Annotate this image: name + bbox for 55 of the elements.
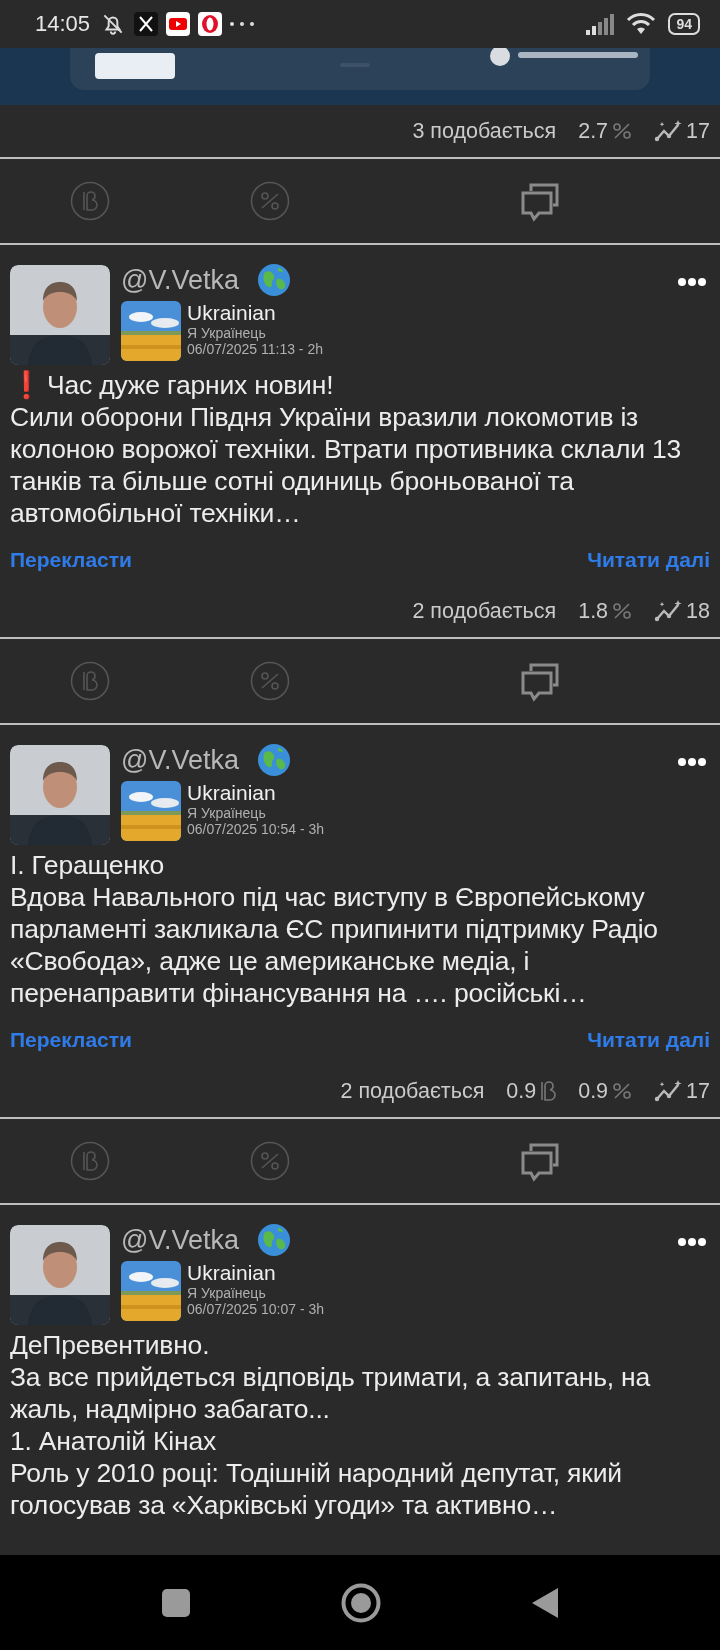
- b-icon: [540, 1079, 557, 1103]
- author-handle[interactable]: @V.Vetka: [121, 744, 239, 776]
- post-date: 06/07/2025 11:13 - 2h: [187, 341, 323, 357]
- percent-value: 1.8: [578, 598, 609, 624]
- back-button[interactable]: [531, 1586, 559, 1619]
- group-name[interactable]: Ukrainian: [187, 1261, 324, 1285]
- post-text: І. Геращенко Вдова Навального під час виступу в Європейському парламенті закликала ЄС припинити підтримку Радіо «Свобода», адже це американське медіа, і перенаправити фінансування на …. російські…: [10, 849, 659, 1009]
- author-handle[interactable]: @V.Vetka: [121, 1224, 239, 1256]
- battery-indicator: 94: [668, 13, 700, 35]
- percent-value: 0.9: [578, 1078, 609, 1104]
- read-more-link[interactable]: Читати далі: [587, 548, 710, 572]
- browser-app-icon: [198, 12, 223, 36]
- comments-button[interactable]: [519, 661, 561, 703]
- b-value: 0.9: [506, 1078, 537, 1104]
- group-name[interactable]: Ukrainian: [187, 781, 324, 805]
- read-more-link[interactable]: Читати далі: [587, 1028, 710, 1052]
- globe-icon: [257, 1223, 291, 1257]
- more-notifications-icon: [230, 22, 255, 26]
- translate-link[interactable]: Перекласти: [10, 1028, 132, 1052]
- group-subtitle: Я Українець: [187, 805, 267, 821]
- more-options-icon[interactable]: [677, 1237, 707, 1247]
- percent-icon: [612, 1081, 633, 1101]
- x-app-icon: [134, 12, 159, 36]
- video-app-icon: [166, 12, 191, 36]
- globe-icon: [257, 263, 291, 297]
- post-text: ❗Час дуже гарних новин! Сили оборони Півдня України вразили локомотив із колоною ворожої техніки. Втрати противника склали 13 танків та більше сотні одиниць броньованої та автомобільної техніки…: [10, 369, 683, 529]
- group-name[interactable]: Ukrainian: [187, 301, 323, 325]
- more-options-icon[interactable]: [677, 277, 707, 287]
- likes-count: 2 подобається: [412, 598, 557, 624]
- status-time: 14:05: [35, 11, 91, 37]
- translate-link[interactable]: Перекласти: [10, 548, 132, 572]
- wifi-icon: [626, 12, 657, 36]
- author-handle[interactable]: @V.Vetka: [121, 264, 239, 296]
- comments-button[interactable]: [519, 181, 561, 223]
- globe-icon: [257, 743, 291, 777]
- likes-count: 3 подобається: [412, 118, 557, 144]
- comments-button[interactable]: [519, 1141, 561, 1183]
- percent-icon: [612, 121, 633, 141]
- post-date: 06/07/2025 10:07 - 3h: [187, 1301, 324, 1317]
- post-date: 06/07/2025 10:54 - 3h: [187, 821, 324, 837]
- percent-value: 2.7: [578, 118, 609, 144]
- recents-button[interactable]: [161, 1587, 191, 1618]
- trending-icon: [654, 599, 683, 623]
- home-button[interactable]: [341, 1582, 381, 1623]
- trending-icon: [654, 1079, 683, 1103]
- trending-icon: [654, 119, 683, 143]
- views-count: 17: [686, 118, 710, 144]
- more-options-icon[interactable]: [677, 757, 707, 767]
- group-subtitle: Я Українець: [187, 325, 267, 341]
- likes-count: 2 подобається: [340, 1078, 485, 1104]
- views-count: 17: [686, 1078, 710, 1104]
- views-count: 18: [686, 598, 710, 624]
- post-text: ДеПревентивно. За все прийдеться відповідь тримати, а запитань, на жаль, надмірно забагато... 1. Анатолій Кінах Роль у 2010 році: Тодішній народний депутат, який голосував за «Харківські угоди» та активно…: [10, 1329, 652, 1521]
- group-subtitle: Я Українець: [187, 1285, 267, 1301]
- percent-icon: [612, 601, 633, 621]
